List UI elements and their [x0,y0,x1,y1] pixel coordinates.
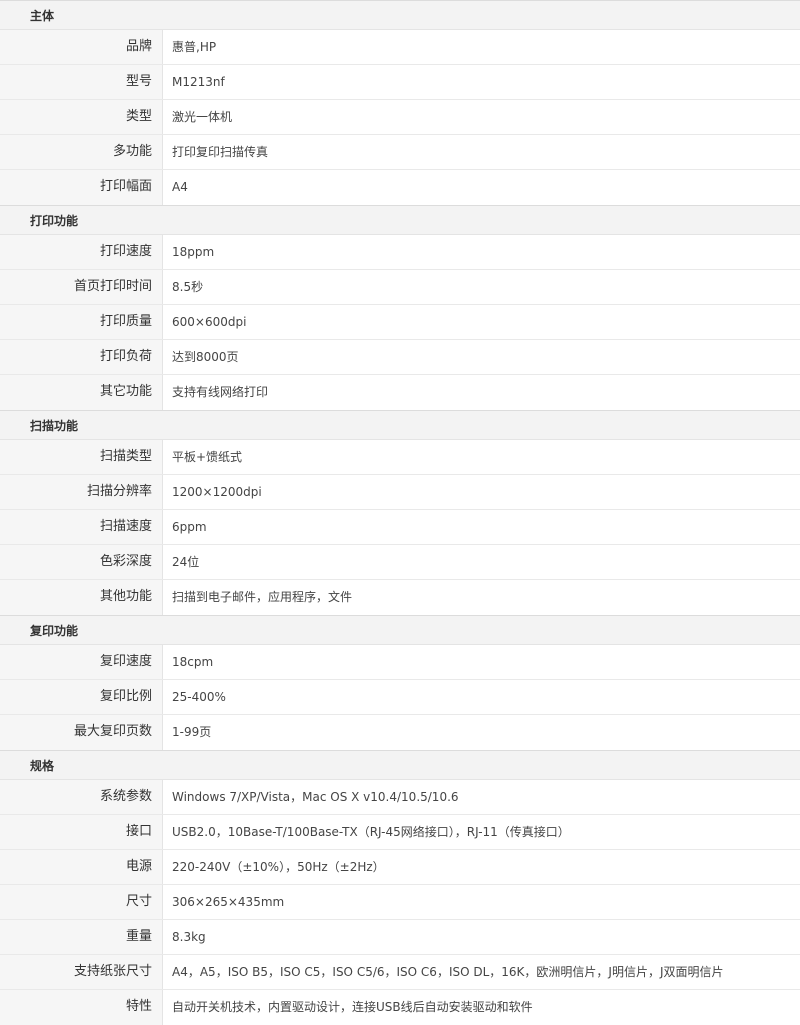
spec-value: M1213nf [172,75,225,89]
spec-row: 扫描类型 平板+馈纸式 [0,440,800,475]
spec-label: 打印负荷 [0,340,163,374]
spec-label: 系统参数 [0,780,163,814]
spec-label: 首页打印时间 [0,270,163,304]
spec-label: 品牌 [0,30,163,64]
spec-row: 复印比例 25-400% [0,680,800,715]
spec-label: 打印质量 [0,305,163,339]
spec-section: 规格 系统参数 Windows 7/XP/Vista，Mac OS X v10.4/… [0,750,800,1025]
spec-row: 系统参数 Windows 7/XP/Vista，Mac OS X v10.4/10… [0,780,800,815]
spec-value: 平板+馈纸式 [172,450,243,464]
spec-label: 特性 [0,990,163,1025]
spec-label: 尺寸 [0,885,163,919]
spec-label: 扫描类型 [0,440,163,474]
spec-row: 打印负荷 达到8000页 [0,340,800,375]
spec-row: 打印速度 18ppm [0,235,800,270]
section-header: 复印功能 [0,615,800,645]
section-header: 打印功能 [0,205,800,235]
spec-value: 6ppm [172,520,207,534]
spec-label: 打印速度 [0,235,163,269]
spec-label: 扫描速度 [0,510,163,544]
section-header: 规格 [0,750,800,780]
spec-row: 扫描分辨率 1200×1200dpi [0,475,800,510]
spec-value: 8.5秒 [172,280,204,294]
spec-value: 25-400% [172,690,226,704]
spec-value: 600×600dpi [172,315,247,329]
spec-section: 打印功能 打印速度 18ppm 首页打印时间 8.5秒 打印质量 600×600dpi 打印负… [0,205,800,410]
spec-label: 色彩深度 [0,545,163,579]
spec-row: 尺寸 306×265×435mm [0,885,800,920]
spec-row: 品牌 惠普,HP [0,30,800,65]
spec-row: 特性 自动开关机技术，内置驱动设计，连接USB线后自动安装驱动和软件 [0,990,800,1025]
spec-row: 色彩深度 24位 [0,545,800,580]
spec-section: 扫描功能 扫描类型 平板+馈纸式 扫描分辨率 1200×1200dpi 扫描速度 6ppm 色… [0,410,800,615]
spec-value: 306×265×435mm [172,895,285,909]
spec-section: 主体 品牌 惠普,HP 型号 M1213nf 类型 激光一体机 多功能 打印复印扫描传真 打印幅面… [0,0,800,205]
spec-value: 激光一体机 [172,110,233,124]
spec-label: 电源 [0,850,163,884]
spec-value: 支持有线网络打印 [172,385,269,399]
spec-value: A4 [172,180,188,194]
spec-value: A4，A5，ISO B5，ISO C5，ISO C5/6，ISO C6，ISO … [172,965,724,979]
spec-row: 最大复印页数 1-99页 [0,715,800,750]
spec-row: 电源 220-240V（±10%），50Hz（±2Hz） [0,850,800,885]
spec-row: 扫描速度 6ppm [0,510,800,545]
spec-label: 其它功能 [0,375,163,410]
spec-row: 打印质量 600×600dpi [0,305,800,340]
spec-label: 接口 [0,815,163,849]
spec-row: 支持纸张尺寸 A4，A5，ISO B5，ISO C5，ISO C5/6，ISO C… [0,955,800,990]
spec-value: USB2.0，10Base-T/100Base-TX（RJ-45网络接口），RJ… [172,825,570,839]
spec-value: 打印复印扫描传真 [172,145,269,159]
section-header: 扫描功能 [0,410,800,440]
spec-value: 24位 [172,555,200,569]
spec-row: 类型 激光一体机 [0,100,800,135]
spec-row: 其它功能 支持有线网络打印 [0,375,800,410]
spec-label: 最大复印页数 [0,715,163,750]
spec-row: 其他功能 扫描到电子邮件，应用程序，文件 [0,580,800,615]
spec-label: 支持纸张尺寸 [0,955,163,989]
spec-label: 打印幅面 [0,170,163,205]
spec-value: 达到8000页 [172,350,239,364]
spec-label: 其他功能 [0,580,163,615]
spec-value: Windows 7/XP/Vista，Mac OS X v10.4/10.5/1… [172,790,459,804]
spec-label: 型号 [0,65,163,99]
spec-row: 首页打印时间 8.5秒 [0,270,800,305]
spec-value: 惠普,HP [172,40,217,54]
spec-label: 多功能 [0,135,163,169]
spec-label: 重量 [0,920,163,954]
spec-value: 18cpm [172,655,214,669]
spec-value: 自动开关机技术，内置驱动设计，连接USB线后自动安装驱动和软件 [172,1000,533,1014]
spec-row: 多功能 打印复印扫描传真 [0,135,800,170]
spec-section: 复印功能 复印速度 18cpm 复印比例 25-400% 最大复印页数 1-99页 [0,615,800,750]
spec-row: 打印幅面 A4 [0,170,800,205]
spec-label: 复印速度 [0,645,163,679]
section-header: 主体 [0,0,800,30]
spec-row: 接口 USB2.0，10Base-T/100Base-TX（RJ-45网络接口），… [0,815,800,850]
spec-value: 220-240V（±10%），50Hz（±2Hz） [172,860,385,874]
spec-value: 1200×1200dpi [172,485,262,499]
spec-table: 主体 品牌 惠普,HP 型号 M1213nf 类型 激光一体机 多功能 打印复印扫描传真 打印幅面… [0,0,800,1025]
spec-label: 类型 [0,100,163,134]
spec-value: 扫描到电子邮件，应用程序，文件 [172,590,353,604]
spec-label: 复印比例 [0,680,163,714]
spec-value: 18ppm [172,245,215,259]
spec-row: 重量 8.3kg [0,920,800,955]
spec-row: 型号 M1213nf [0,65,800,100]
spec-row: 复印速度 18cpm [0,645,800,680]
spec-value: 8.3kg [172,930,206,944]
spec-label: 扫描分辨率 [0,475,163,509]
spec-value: 1-99页 [172,725,212,739]
